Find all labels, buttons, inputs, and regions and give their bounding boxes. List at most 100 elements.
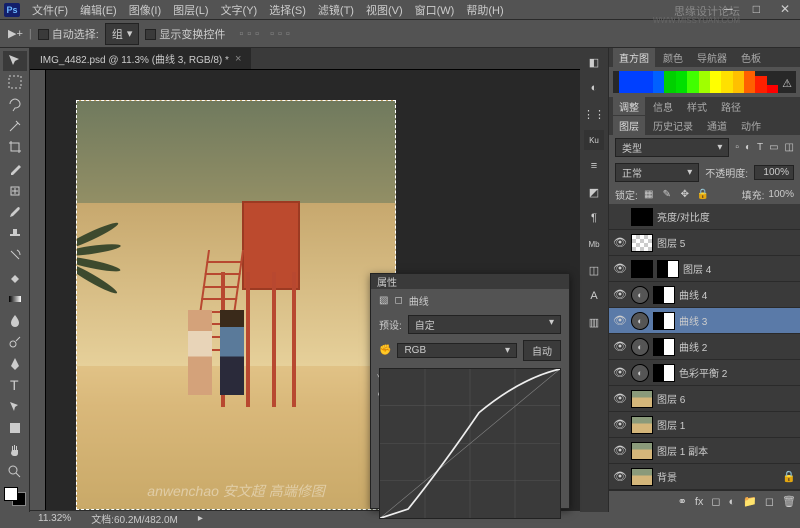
layer-name[interactable]: 图层 1 副本 [657,443,796,458]
tab-history[interactable]: 历史记录 [647,116,699,135]
hand-icon[interactable]: ✊ [379,345,391,356]
move-tool[interactable] [3,51,27,71]
layer-row[interactable]: 👁◐曲线 2 [609,334,800,360]
tab-actions[interactable]: 动作 [735,116,767,135]
visibility-toggle[interactable]: 👁 [613,470,627,483]
adjustment-layer-icon[interactable]: ◐ [729,496,736,508]
lasso-tool[interactable] [3,94,27,114]
dock-type-icon[interactable]: A [584,286,604,306]
window-minimize-icon[interactable]: ─ [718,2,739,16]
layer-name[interactable]: 图层 1 [657,417,796,432]
visibility-toggle[interactable]: 👁 [613,262,627,275]
filter-adj-icon[interactable]: ◐ [745,142,751,153]
delete-layer-icon[interactable]: 🗑 [782,495,796,508]
group-icon[interactable]: 📁 [743,495,757,508]
menu-select[interactable]: 选择(S) [263,2,312,18]
filter-pixel-icon[interactable]: ▫ [735,142,739,153]
visibility-toggle[interactable]: 👁 [613,340,627,353]
tab-swatches[interactable]: 色板 [735,48,767,67]
visibility-toggle[interactable]: 👁 [613,418,627,431]
dock-icon-6[interactable]: ◩ [584,182,604,202]
brush-tool[interactable] [3,202,27,222]
shape-tool[interactable] [3,419,27,439]
layer-list[interactable]: 亮度/对比度👁图层 5👁图层 4👁◐曲线 4👁◐曲线 3👁◐曲线 2👁◐色彩平衡… [609,204,800,490]
menu-filter[interactable]: 滤镜(T) [312,2,360,18]
color-swatches[interactable] [4,487,26,507]
blend-mode-dropdown[interactable]: 正常▾ [615,163,699,182]
type-tool[interactable]: T [3,375,27,395]
lock-all-icon[interactable]: 🔒 [696,188,710,202]
link-layers-icon[interactable]: ⚭ [678,495,687,508]
layer-name[interactable]: 背景 [657,469,778,484]
layer-name[interactable]: 图层 5 [657,235,796,250]
dock-icon-1[interactable]: ◧ [584,52,604,72]
layer-row[interactable]: 👁◐色彩平衡 2 [609,360,800,386]
layer-name[interactable]: 图层 6 [657,391,796,406]
layer-name[interactable]: 亮度/对比度 [657,209,796,224]
channel-dropdown[interactable]: RGB▾ [397,343,517,358]
layer-name[interactable]: 曲线 4 [679,287,796,302]
healing-tool[interactable] [3,181,27,201]
crop-tool[interactable] [3,138,27,158]
layer-row[interactable]: 👁 图层 6 [609,386,800,412]
window-close-icon[interactable]: ✕ [774,2,796,16]
tab-channels[interactable]: 通道 [701,116,733,135]
document-tab[interactable]: IMG_4482.psd @ 11.3% (曲线 3, RGB/8) * × [30,48,251,69]
layer-row[interactable]: 👁图层 4 [609,256,800,282]
properties-panel[interactable]: 属性 ▧◻曲线 预设:自定▾ ✊RGB▾自动 〰 ✎ [370,273,570,509]
blur-tool[interactable] [3,311,27,331]
stamp-tool[interactable] [3,224,27,244]
opacity-input[interactable]: 100% [754,165,794,180]
curves-graph[interactable] [379,368,561,519]
menu-type[interactable]: 文字(Y) [215,2,264,18]
lock-paint-icon[interactable]: ✎ [660,188,674,202]
tab-navigator[interactable]: 导航器 [691,48,733,67]
show-transform-checkbox[interactable] [145,29,156,40]
menu-window[interactable]: 窗口(W) [409,2,461,18]
tab-color[interactable]: 颜色 [657,48,689,67]
layer-name[interactable]: 曲线 2 [679,339,796,354]
lock-move-icon[interactable]: ✥ [678,188,692,202]
dodge-tool[interactable] [3,332,27,352]
dock-icon-8[interactable]: Mb [584,234,604,254]
zoom-tool[interactable] [3,462,27,482]
tab-adjustments[interactable]: 调整 [613,97,645,115]
dock-icon-9[interactable]: ◫ [584,260,604,280]
visibility-toggle[interactable]: 👁 [613,392,627,405]
histogram-warning-icon[interactable]: ⚠ [782,77,792,90]
marquee-tool[interactable] [3,73,27,93]
fill-input[interactable]: 100% [768,189,794,200]
zoom-level[interactable]: 11.32% [38,513,71,524]
menu-help[interactable]: 帮助(H) [460,2,509,18]
history-brush-tool[interactable] [3,246,27,266]
visibility-toggle[interactable]: 👁 [613,444,627,457]
dock-brush-presets-icon[interactable]: ⋮⋮ [584,104,604,124]
visibility-toggle[interactable]: 👁 [613,288,627,301]
layer-row[interactable]: 亮度/对比度 [609,204,800,230]
auto-select-dropdown[interactable]: 组▾ [105,23,140,45]
tab-histogram[interactable]: 直方图 [613,48,655,67]
menu-image[interactable]: 图像(I) [123,2,167,18]
layer-row[interactable]: 👁 图层 5 [609,230,800,256]
lock-transparency-icon[interactable]: ▦ [642,188,656,202]
tab-layers[interactable]: 图层 [613,116,645,135]
menu-file[interactable]: 文件(F) [26,2,74,18]
tab-styles[interactable]: 样式 [681,97,713,115]
visibility-toggle[interactable]: 👁 [613,314,627,327]
tab-paths[interactable]: 路径 [715,97,747,115]
eyedropper-tool[interactable] [3,159,27,179]
visibility-toggle[interactable]: 👁 [613,236,627,249]
dock-icon-5[interactable]: ≡ [584,156,604,176]
auto-button[interactable]: 自动 [523,340,561,361]
ruler-vertical[interactable] [30,70,46,510]
dock-icon-11[interactable]: ▥ [584,312,604,332]
layer-fx-icon[interactable]: fx [695,496,704,508]
layer-name[interactable]: 色彩平衡 2 [679,365,796,380]
filter-type-icon[interactable]: T [757,142,763,153]
path-select-tool[interactable] [3,397,27,417]
align-icons[interactable]: ▫▫▫ ▫▫▫ [239,28,293,40]
pen-tool[interactable] [3,354,27,374]
doc-size[interactable]: 文档:60.2M/482.0M [91,511,178,526]
move-tool-icon[interactable]: ▶+ [8,27,23,40]
layer-row[interactable]: 👁◐曲线 3 [609,308,800,334]
